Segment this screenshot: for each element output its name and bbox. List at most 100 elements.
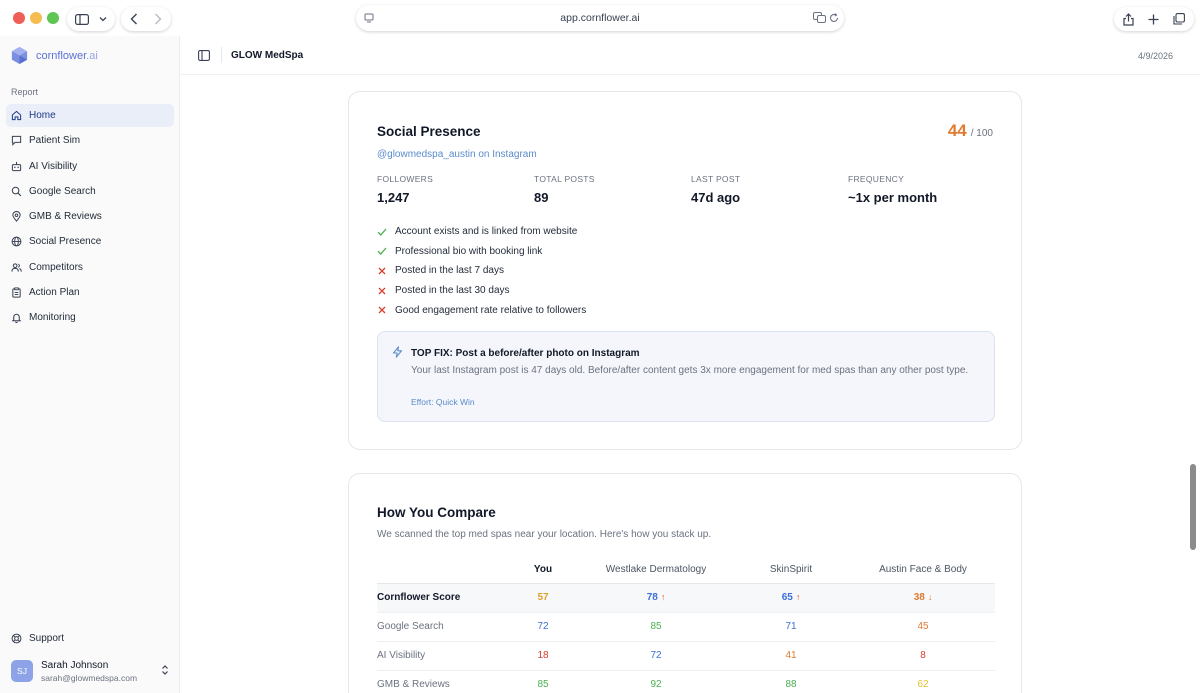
score-cell: 71 [731,612,851,642]
score-value: 44 [947,121,967,140]
check-item: Posted in the last 7 days [377,261,586,281]
lifebuoy-icon [11,633,22,644]
brand-logo[interactable]: cornflower.ai [10,46,98,65]
user-menu[interactable]: SJ Sarah Johnson sarah@glowmedspa.com [11,657,171,685]
check-text: Account exists and is linked from websit… [395,226,578,238]
scrollbar[interactable] [1190,464,1196,550]
sidebar-item-patient-sim[interactable]: Patient Sim [6,129,174,152]
address-bar[interactable]: app.cornflower.ai [356,5,844,31]
card-title: How You Compare [377,505,496,520]
sidebar-item-label: AI Visibility [29,160,78,172]
social-presence-card: Social Presence 44 / 100 @glowmedspa_aus… [348,91,1022,450]
stat-value: 47d ago [691,190,741,205]
users-icon [11,263,22,272]
score-cell: 8 [851,641,995,671]
forward-icon[interactable] [154,13,162,25]
minimize-window-button[interactable] [30,12,42,24]
check-item: Good engagement rate relative to followe… [377,300,586,320]
score-value: 57 [537,592,549,603]
sidebar-item-label: Monitoring [29,312,76,324]
top-bar: GLOW MedSpa 4/9/2026 [181,36,1200,75]
score-cell: 57 [505,583,581,613]
avatar: SJ [11,660,33,682]
check-item: Account exists and is linked from websit… [377,222,586,242]
sidebar-item-label: Action Plan [29,287,80,299]
score-value: 62 [917,679,929,690]
score-cell: 85 [505,670,581,693]
section-label-report: Report [11,87,39,97]
share-icon[interactable] [1123,12,1134,26]
top-fix-title: TOP FIX: Post a before/after photo on In… [411,348,640,359]
sidebar-item-label: GMB & Reviews [29,211,102,223]
stat-label: FOLLOWERS [377,174,434,184]
score-max: / 100 [970,128,993,139]
column-header: Westlake Dermatology [581,557,731,584]
score-cell: 88 [731,670,851,693]
sidebar-item-competitors[interactable]: Competitors [6,256,174,279]
stat-followers: FOLLOWERS 1,247 [377,174,433,205]
back-icon[interactable] [130,13,138,25]
brand-tld: .ai [86,49,98,62]
user-email: sarah@glowmedspa.com [41,672,138,683]
support-label: Support [29,633,65,644]
column-header: Austin Face & Body [851,557,995,584]
sidebar-nav: Home Patient Sim AI Visibility Google Se… [6,104,174,332]
card-title: Social Presence [377,124,481,139]
sidebar-item-google-search[interactable]: Google Search [6,180,174,203]
sidebar-item-action-plan[interactable]: Action Plan [6,281,174,304]
stat-total-posts: TOTAL POSTS 89 [534,174,595,205]
stat-last-post: LAST POST 47d ago [691,174,740,205]
column-header: SkinSpirit [731,557,851,584]
sidebar-item-label: Home [29,110,56,121]
score-cell: 65 ↑ [731,583,851,613]
score-value: 71 [785,621,797,632]
support-link[interactable]: Support [11,633,64,644]
score-cell: 85 [581,612,731,642]
sidebar-item-home[interactable]: Home [6,104,174,127]
check-text: Professional bio with booking link [395,245,543,257]
metric-label: Google Search [377,612,505,642]
metric-label: AI Visibility [377,641,505,671]
robot-icon [11,161,22,171]
sidebar-item-ai-visibility[interactable]: AI Visibility [6,155,174,178]
x-icon [378,267,386,275]
history-nav [121,7,171,31]
score-value: 45 [917,621,929,632]
sidebar-toggle-icon[interactable] [198,50,210,61]
sidebar-item-monitoring[interactable]: Monitoring [6,306,174,329]
user-name: Sarah Johnson [41,659,109,671]
report-date: 4/9/2026 [1137,51,1173,61]
instagram-handle-link[interactable]: @glowmedspa_austin on Instagram [377,149,537,160]
brand-name: cornflower [36,49,87,62]
score: 44 / 100 [948,121,993,141]
stat-label: FREQUENCY [848,174,905,184]
check-item: Professional bio with booking link [377,242,586,262]
score-cell: 62 [851,670,995,693]
sidebar-item-label: Competitors [29,261,83,273]
score-value: 65 [781,592,793,603]
score-value: 72 [537,621,549,632]
score-value: 72 [650,650,662,661]
new-tab-icon[interactable] [1148,14,1159,25]
arrow-down-icon: ↓ [927,592,933,602]
sidebar-item-social-presence[interactable]: Social Presence [6,230,174,253]
sidebar-item-gmb-reviews[interactable]: GMB & Reviews [6,205,174,228]
reload-icon[interactable] [829,13,839,23]
cornflower-logo-icon [11,46,28,65]
score-cell: 45 [851,612,995,642]
check-text: Posted in the last 7 days [395,265,504,277]
sidebar-toggle-button[interactable] [67,7,115,31]
divider [221,47,222,63]
check-icon [377,247,387,256]
card-subtitle: We scanned the top med spas near your lo… [377,529,712,540]
translate-icon[interactable] [813,12,826,23]
close-window-button[interactable] [13,12,25,24]
score-value: 38 [913,592,925,603]
score-value: 85 [537,679,549,690]
metric-label: Cornflower Score [377,583,505,613]
search-icon [11,186,22,197]
zoom-window-button[interactable] [47,12,59,24]
check-text: Good engagement rate relative to followe… [395,304,587,316]
score-value: 92 [650,679,662,690]
tab-overview-icon[interactable] [1173,13,1185,25]
